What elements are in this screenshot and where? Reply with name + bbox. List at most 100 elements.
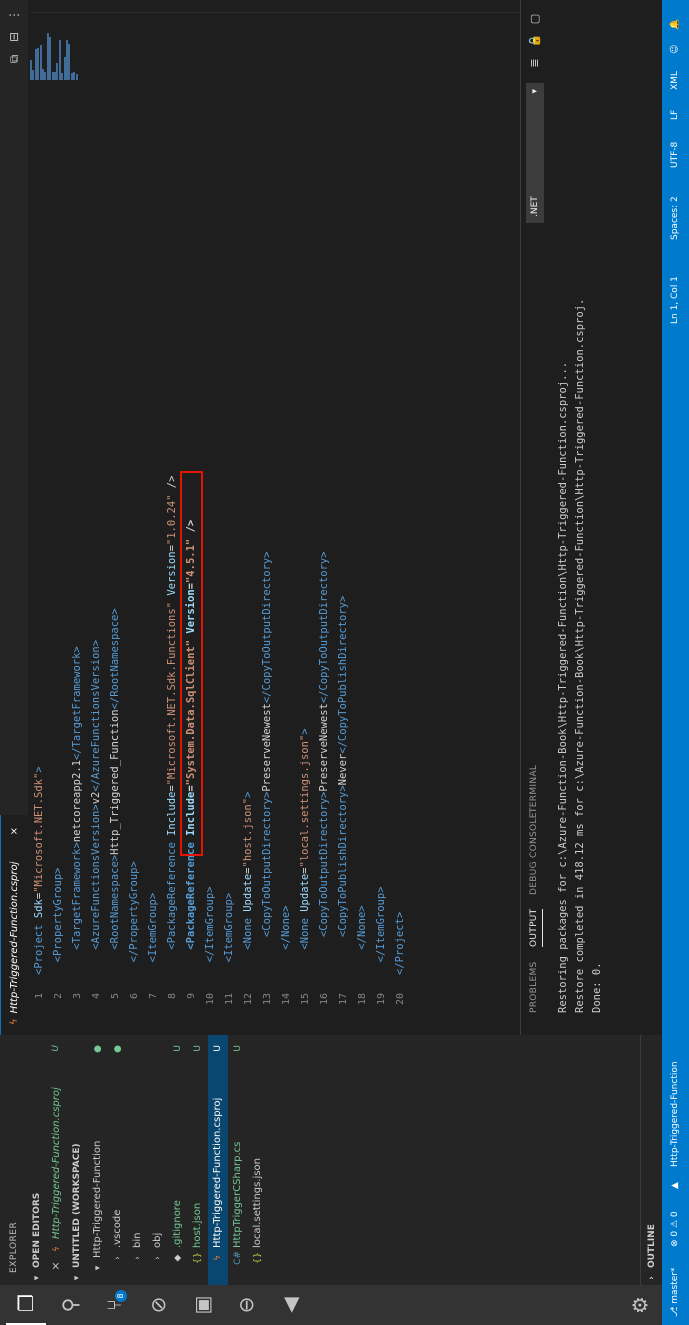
git-status-badge: ● <box>93 1045 103 1053</box>
editor-scrollbar[interactable] <box>30 0 520 13</box>
line-number: 7 <box>148 993 159 1000</box>
status-item-left[interactable]: ▲ <box>662 1182 689 1189</box>
close-tab-icon[interactable]: × <box>1 827 29 835</box>
code-line[interactable]: </ItemGroup> <box>201 886 220 975</box>
git-status-badge: U <box>193 1045 203 1052</box>
code-line[interactable]: <CopyToPublishDirectory>Never</CopyToPub… <box>334 596 353 975</box>
status-item-right[interactable]: UTF-8 <box>662 142 689 168</box>
code-line[interactable]: <ItemGroup> <box>144 893 163 975</box>
compare-icon[interactable]: ⧉ <box>4 48 24 70</box>
code-line[interactable]: </None> <box>277 905 296 975</box>
workspace-section[interactable]: ▾ UNTITLED (WORKSPACE) <box>68 1035 86 1285</box>
line-number: 9 <box>186 993 197 1000</box>
tree-item[interactable]: ▾ Http-Triggered-Function ● <box>88 1035 108 1285</box>
output-line: Restoring packages for c:\Azure-Function… <box>557 361 569 1013</box>
file-type-icon: ▾ <box>93 1265 103 1271</box>
explorer-sidebar: EXPLORER ▾ OPEN EDITORS × ϟ Http-Triggered-… <box>0 1035 663 1285</box>
status-item-right[interactable]: XML <box>662 71 689 90</box>
lock-scroll-icon[interactable]: 🔒 <box>526 31 544 51</box>
output-channel-select[interactable]: .NET ▾ <box>526 83 544 223</box>
source-control-icon[interactable]: ⑂ 8 <box>94 1285 134 1325</box>
code-line[interactable]: <None Update="host.json"> <box>239 792 258 975</box>
line-number: 1 <box>34 993 45 1000</box>
code-line[interactable]: <PropertyGroup> <box>49 868 68 976</box>
code-line[interactable]: <RootNamespace>Http_Triggered_Function</… <box>106 608 125 975</box>
search-icon[interactable]: ⚲ <box>50 1285 90 1325</box>
line-number: 2 <box>53 993 64 1000</box>
maximize-panel-icon[interactable]: ▢ <box>526 9 544 29</box>
tree-item[interactable]: {} host.json U <box>188 1035 208 1285</box>
git-status-badge: U <box>51 1045 61 1052</box>
file-type-icon: {} <box>193 1252 203 1264</box>
status-item-right[interactable]: LF <box>662 110 689 120</box>
line-number: 19 <box>376 993 387 1006</box>
code-line[interactable]: <Project Sdk="Microsoft.NET.Sdk"> <box>30 766 49 975</box>
code-line[interactable]: </Project> <box>391 912 410 975</box>
open-editor-filename: Http-Triggered-Function.csproj <box>51 1087 62 1239</box>
explorer-icon[interactable]: ❐ <box>6 1283 46 1325</box>
status-item-left[interactable]: ⊗ 0 ⚠ 0 <box>662 1211 689 1247</box>
panel-tab-debug-console[interactable]: DEBUG CONSOLE <box>529 812 539 895</box>
code-line[interactable]: </None> <box>353 905 372 975</box>
chevron-right-icon: › <box>647 1276 657 1280</box>
status-item-right[interactable]: Spaces: 2 <box>662 196 689 240</box>
file-type-icon: › <box>133 1256 143 1260</box>
tree-item-label: HttpTriggerCSharp.cs <box>232 1141 243 1248</box>
collapse-panel-icon[interactable]: ‹ <box>526 0 544 7</box>
tree-item[interactable]: › .vscode ● <box>108 1035 128 1285</box>
more-actions-icon[interactable]: ⋮ <box>4 4 24 26</box>
code-line[interactable]: <TargetFramework>netcoreapp2.1</TargetFr… <box>68 646 87 975</box>
panel-tab-terminal[interactable]: TERMINAL <box>529 765 539 813</box>
status-item-right[interactable]: 🔔 <box>662 19 689 30</box>
code-line[interactable]: </ItemGroup> <box>372 886 391 975</box>
minimap[interactable] <box>30 20 80 80</box>
line-number: 10 <box>205 993 216 1006</box>
git-status-badge: U <box>213 1045 223 1052</box>
status-item-right[interactable]: ☺ <box>662 45 689 54</box>
close-icon[interactable]: × <box>46 1259 66 1273</box>
tree-item-label: host.json <box>192 1202 203 1248</box>
tree-item[interactable]: {} local.settings.json <box>248 1035 268 1285</box>
chevron-down-icon: ▾ <box>72 1275 82 1281</box>
tree-item[interactable]: › obj <box>148 1035 168 1285</box>
code-line[interactable]: </PropertyGroup> <box>125 861 144 975</box>
code-line[interactable]: <None Update="local.settings.json"> <box>296 728 315 975</box>
azure-icon[interactable]: ⊖ <box>226 1285 266 1325</box>
git-status-badge: ● <box>113 1045 123 1053</box>
debug-icon[interactable]: ⊘ <box>138 1285 178 1325</box>
status-item-left[interactable]: ⎇ master* <box>662 1268 689 1317</box>
status-item-right[interactable]: Ln 1, Col 1 <box>662 276 689 324</box>
open-editors-section[interactable]: ▾ OPEN EDITORS <box>28 1035 46 1285</box>
split-editor-icon[interactable]: ⊟ <box>4 26 24 48</box>
clear-output-icon[interactable]: ≣ <box>526 53 544 73</box>
output-line: Restore completed in 418.12 ms for c:\Az… <box>574 298 586 1013</box>
gear-icon[interactable]: ⚙ <box>620 1285 660 1325</box>
tree-item-label: .gitignore <box>172 1200 183 1248</box>
status-item-left[interactable]: Http-Triggered-Function <box>662 1061 689 1167</box>
code-line[interactable]: <ItemGroup> <box>220 893 239 975</box>
deploy-icon[interactable]: ◀ <box>270 1285 310 1325</box>
extensions-icon[interactable]: ▣ <box>182 1285 222 1325</box>
outline-section[interactable]: › OUTLINE <box>640 1035 663 1285</box>
panel-tab-output[interactable]: OUTPUT <box>529 908 543 947</box>
line-number: 4 <box>91 993 102 1000</box>
activity-bar: ❐ ⚲ ⑂ 8 ⊘ ▣ ⊖ ◀ ⚙ <box>0 1283 662 1325</box>
tab-csproj[interactable]: ϟ Http-Triggered-Function.csproj × <box>0 815 28 1035</box>
line-number: 3 <box>72 993 83 1000</box>
tree-item[interactable]: ϟ Http-Triggered-Function.csproj U <box>208 1035 228 1285</box>
line-number: 20 <box>395 993 406 1006</box>
tree-item[interactable]: › bin <box>128 1035 148 1285</box>
xml-file-icon: ϟ <box>9 1018 20 1025</box>
code-line[interactable]: <CopyToOutputDirectory>PreserveNewest</C… <box>315 551 334 975</box>
panel-tab-problems[interactable]: PROBLEMS <box>529 961 539 1013</box>
editor-tab-bar: ϟ Http-Triggered-Function.csproj × ⧉ ⊟ ⋮ <box>0 0 28 1035</box>
file-type-icon: {} <box>253 1252 263 1264</box>
open-editors-label: OPEN EDITORS <box>32 1192 42 1268</box>
open-editor-item[interactable]: × ϟ Http-Triggered-Function.csproj U <box>46 1035 66 1285</box>
status-bar: ⎇ master* ⊗ 0 ⚠ 0 ▲ Http-Triggered-Function… <box>662 0 689 1325</box>
line-number: 15 <box>300 993 311 1006</box>
tree-item[interactable]: ◆ .gitignore U <box>168 1035 188 1285</box>
code-line[interactable]: <AzureFunctionsVersion>v2</AzureFunction… <box>87 640 106 975</box>
tree-item[interactable]: C# HttpTriggerCSharp.cs U <box>228 1035 248 1285</box>
code-line[interactable]: <CopyToOutputDirectory>PreserveNewest</C… <box>258 551 277 975</box>
